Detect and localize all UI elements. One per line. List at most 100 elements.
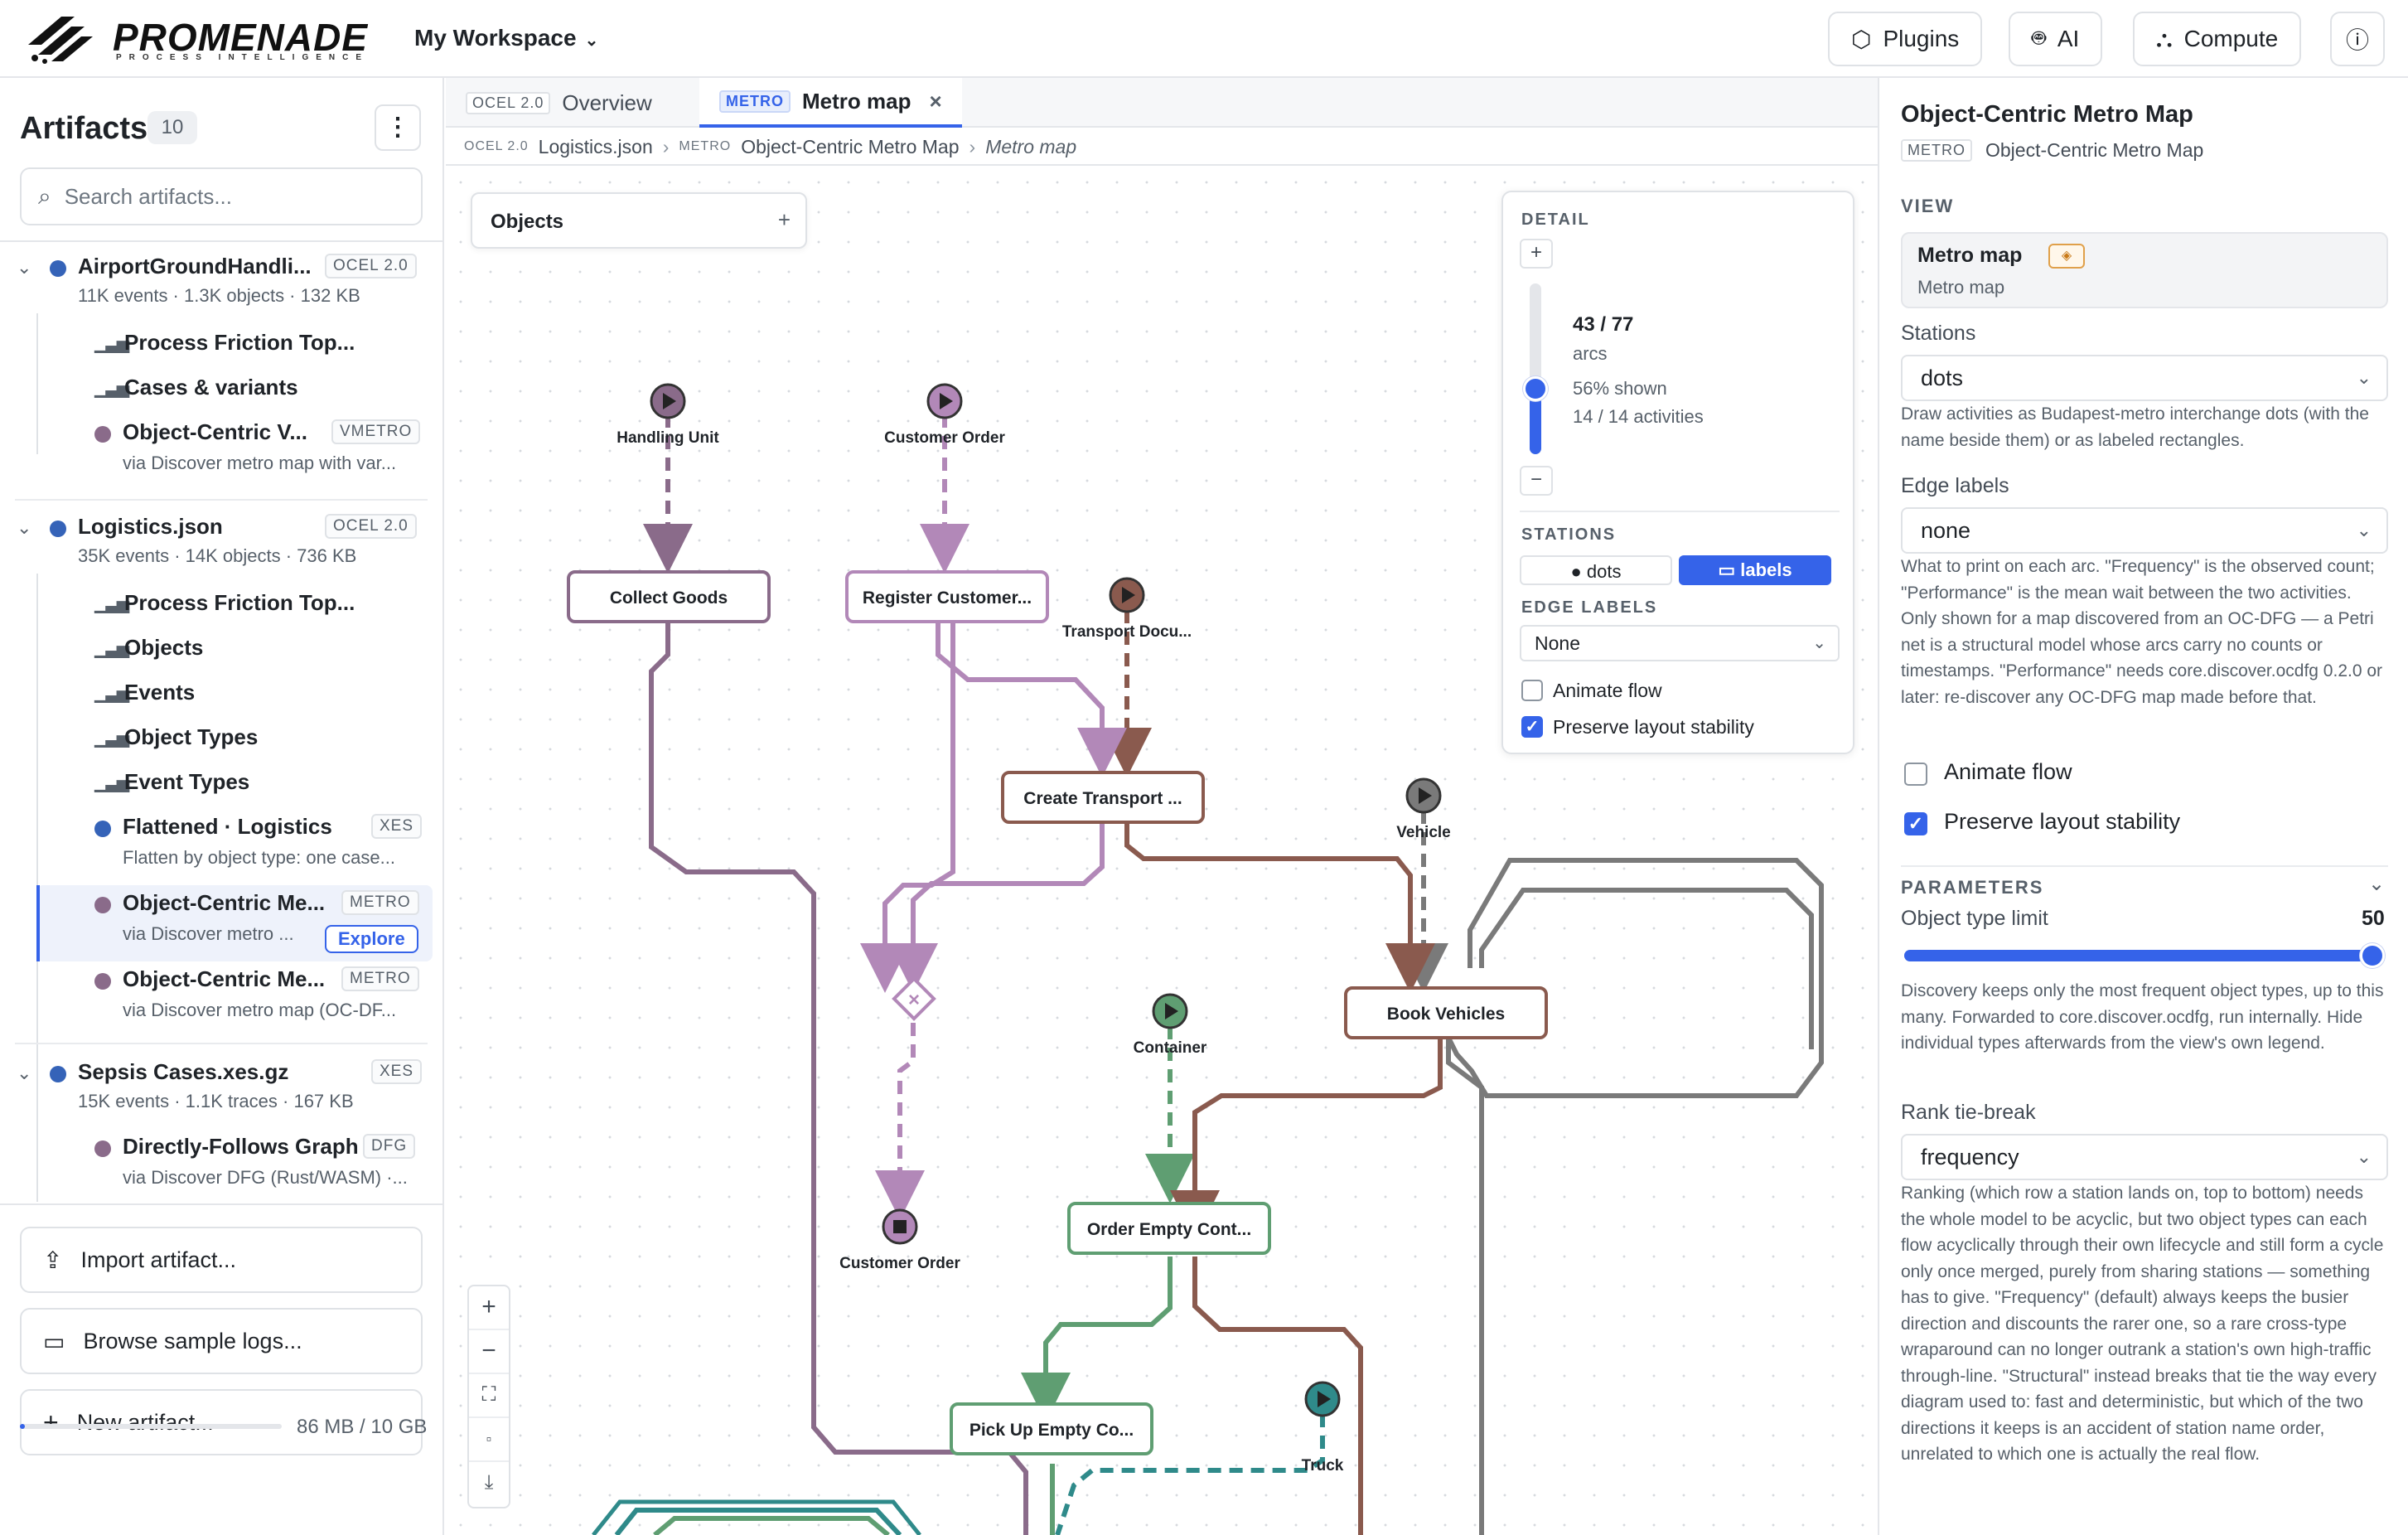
close-icon[interactable]: × bbox=[929, 89, 941, 114]
metro-canvas[interactable]: × Handling Unit Customer Order Transport… bbox=[446, 167, 1878, 1535]
artifact-dot bbox=[50, 260, 66, 277]
station-register-customer[interactable]: Register Customer... bbox=[845, 570, 1049, 623]
memory-usage-text: 86 MB / 10 GB bbox=[297, 1416, 428, 1438]
detail-slider-handle[interactable] bbox=[1523, 376, 1548, 401]
edge-customer-order-flow-3 bbox=[888, 821, 1105, 993]
explore-button[interactable]: Explore bbox=[325, 925, 418, 953]
active-indicator bbox=[36, 885, 40, 961]
divider bbox=[1901, 865, 2388, 867]
station-pick-up-empty-container[interactable]: Pick Up Empty Co... bbox=[950, 1402, 1153, 1455]
view-subtitle: Metro map bbox=[1917, 277, 2005, 298]
tab-label: Overview bbox=[562, 90, 652, 115]
artifact-name[interactable]: Process Friction Top... bbox=[124, 330, 355, 356]
artifact-name[interactable]: Directly-Follows Graph bbox=[123, 1134, 359, 1160]
label-handling-unit: Handling Unit bbox=[617, 429, 719, 447]
artifact-name[interactable]: Sepsis Cases.xes.gz bbox=[78, 1059, 288, 1085]
stations-dots-toggle[interactable]: ● dots bbox=[1520, 555, 1672, 585]
compute-button[interactable]: ⛬ Compute bbox=[2133, 12, 2302, 66]
artifact-dot bbox=[50, 521, 66, 537]
stations-label: STATIONS bbox=[1521, 525, 1617, 544]
object-type-limit-slider[interactable] bbox=[1904, 943, 2385, 968]
tab-tag: OCEL 2.0 bbox=[466, 91, 551, 114]
view-card[interactable]: Metro map ◈ Metro map bbox=[1901, 232, 2388, 308]
tab-metro-map[interactable]: METRO Metro map × bbox=[699, 78, 962, 128]
ai-button[interactable]: 🤖︎ AI bbox=[2009, 12, 2103, 66]
artifacts-sidebar: Artifacts 10 ⋮ ⌕ Search artifacts... ⌄ A… bbox=[0, 78, 444, 1535]
artifact-name[interactable]: Objects bbox=[124, 635, 203, 661]
xor-symbol: × bbox=[908, 989, 920, 1011]
zoom-out-button[interactable]: − bbox=[469, 1330, 509, 1374]
rank-tie-break-select[interactable]: frequency ⌄ bbox=[1901, 1134, 2388, 1180]
artifact-name[interactable]: Event Types bbox=[124, 769, 249, 795]
stations-labels-toggle[interactable]: ▭ labels bbox=[1679, 555, 1831, 585]
artifact-name[interactable]: Flattened · Logistics bbox=[123, 814, 332, 840]
minimap-toggle-button[interactable]: ▫ bbox=[469, 1418, 509, 1462]
artifact-dot bbox=[94, 1140, 111, 1157]
artifact-name[interactable]: Object-Centric V... bbox=[123, 419, 307, 445]
chevron-down-icon: ⌄ bbox=[2356, 367, 2372, 388]
artifact-name[interactable]: AirportGroundHandli... bbox=[78, 254, 312, 279]
breadcrumb-file[interactable]: Logistics.json bbox=[539, 136, 653, 158]
search-input[interactable]: ⌕ Search artifacts... bbox=[20, 167, 423, 225]
plugins-button[interactable]: ⬡ Plugins bbox=[1828, 12, 1983, 66]
edge-vehicle-flow bbox=[1446, 858, 1824, 1535]
tab-overview[interactable]: OCEL 2.0 Overview bbox=[446, 78, 672, 128]
breadcrumb-view: Metro map bbox=[985, 135, 1077, 157]
tree-guide bbox=[36, 1119, 38, 1202]
station-label: Pick Up Empty Co... bbox=[969, 1421, 1134, 1440]
stations-select[interactable]: dots ⌄ bbox=[1901, 355, 2388, 401]
preserve-layout-checkbox[interactable]: ✓ bbox=[1904, 812, 1927, 835]
artifact-name[interactable]: Process Friction Top... bbox=[124, 590, 355, 616]
import-artifact-button[interactable]: ⇪ Import artifact... bbox=[20, 1227, 423, 1293]
animate-flow-label: Animate flow bbox=[1553, 680, 1662, 701]
detail-slider[interactable] bbox=[1523, 283, 1548, 454]
fit-view-button[interactable]: ⛶ bbox=[469, 1374, 509, 1418]
preserve-layout-checkbox[interactable]: ✓ bbox=[1521, 716, 1543, 738]
more-options-button[interactable]: ⋮ bbox=[375, 104, 421, 151]
memory-usage-bar bbox=[20, 1424, 282, 1429]
chevron-down-icon[interactable]: ⌄ bbox=[2368, 872, 2385, 896]
edge-labels-value: None bbox=[1535, 632, 1580, 654]
workspace-switcher[interactable]: My Workspace ⌄ bbox=[414, 25, 598, 51]
zoom-in-button[interactable]: + bbox=[469, 1286, 509, 1330]
breadcrumb-map[interactable]: Object-Centric Metro Map bbox=[741, 136, 959, 158]
browse-samples-button[interactable]: ▭ Browse sample logs... bbox=[20, 1308, 423, 1374]
edge-labels-select[interactable]: none ⌄ bbox=[1901, 507, 2388, 554]
help-button[interactable]: ⓘ bbox=[2330, 12, 2385, 66]
chevron-down-icon: ⌄ bbox=[584, 31, 599, 50]
stations-help: Draw activities as Budapest-metro interc… bbox=[1901, 404, 2369, 450]
chevron-down-icon[interactable]: ⌄ bbox=[17, 257, 31, 278]
artifact-name[interactable]: Object-Centric Me... bbox=[123, 966, 325, 992]
animate-flow-checkbox[interactable] bbox=[1521, 680, 1543, 701]
artifact-meta: Flatten by object type: one case... bbox=[123, 847, 395, 868]
station-order-empty-container[interactable]: Order Empty Cont... bbox=[1067, 1202, 1271, 1255]
station-collect-goods[interactable]: Collect Goods bbox=[567, 570, 771, 623]
animate-flow-checkbox[interactable] bbox=[1904, 763, 1927, 786]
chevron-down-icon[interactable]: ⌄ bbox=[17, 1063, 31, 1084]
objects-panel[interactable]: Objects + bbox=[471, 192, 807, 249]
artifact-name[interactable]: Logistics.json bbox=[78, 514, 223, 540]
preserve-layout-label: Preserve layout stability bbox=[1944, 809, 2181, 834]
artifact-name[interactable]: Object-Centric Me... bbox=[123, 890, 325, 916]
station-book-vehicles[interactable]: Book Vehicles bbox=[1344, 986, 1548, 1039]
artifact-name[interactable]: Events bbox=[124, 680, 195, 705]
artifact-count-badge: 10 bbox=[147, 111, 197, 144]
detail-decrease-button[interactable]: − bbox=[1520, 466, 1553, 496]
edge-handling-unit-flow bbox=[649, 615, 1028, 1535]
station-label: Create Transport ... bbox=[1023, 789, 1182, 808]
slider-handle[interactable] bbox=[2360, 943, 2385, 968]
add-object-button[interactable]: + bbox=[778, 207, 791, 233]
breadcrumb: OCEL 2.0 Logistics.json › METRO Object-C… bbox=[446, 129, 1878, 166]
artifact-name[interactable]: Cases & variants bbox=[124, 375, 298, 400]
stop-icon bbox=[893, 1220, 907, 1233]
chevron-down-icon[interactable]: ⌄ bbox=[17, 517, 31, 539]
upload-icon: ⇪ bbox=[43, 1247, 63, 1273]
detail-increase-button[interactable]: + bbox=[1520, 239, 1553, 269]
new-label: New artifact... bbox=[76, 1409, 214, 1435]
rank-tie-break-help: Ranking (which row a station lands on, t… bbox=[1901, 1184, 2384, 1464]
download-button[interactable]: ⤓ bbox=[469, 1462, 509, 1506]
edge-labels-select[interactable]: None ⌄ bbox=[1520, 625, 1840, 661]
artifact-name[interactable]: Object Types bbox=[124, 724, 258, 750]
station-create-transport[interactable]: Create Transport ... bbox=[1001, 771, 1205, 824]
artifact-badge: METRO bbox=[341, 890, 419, 915]
